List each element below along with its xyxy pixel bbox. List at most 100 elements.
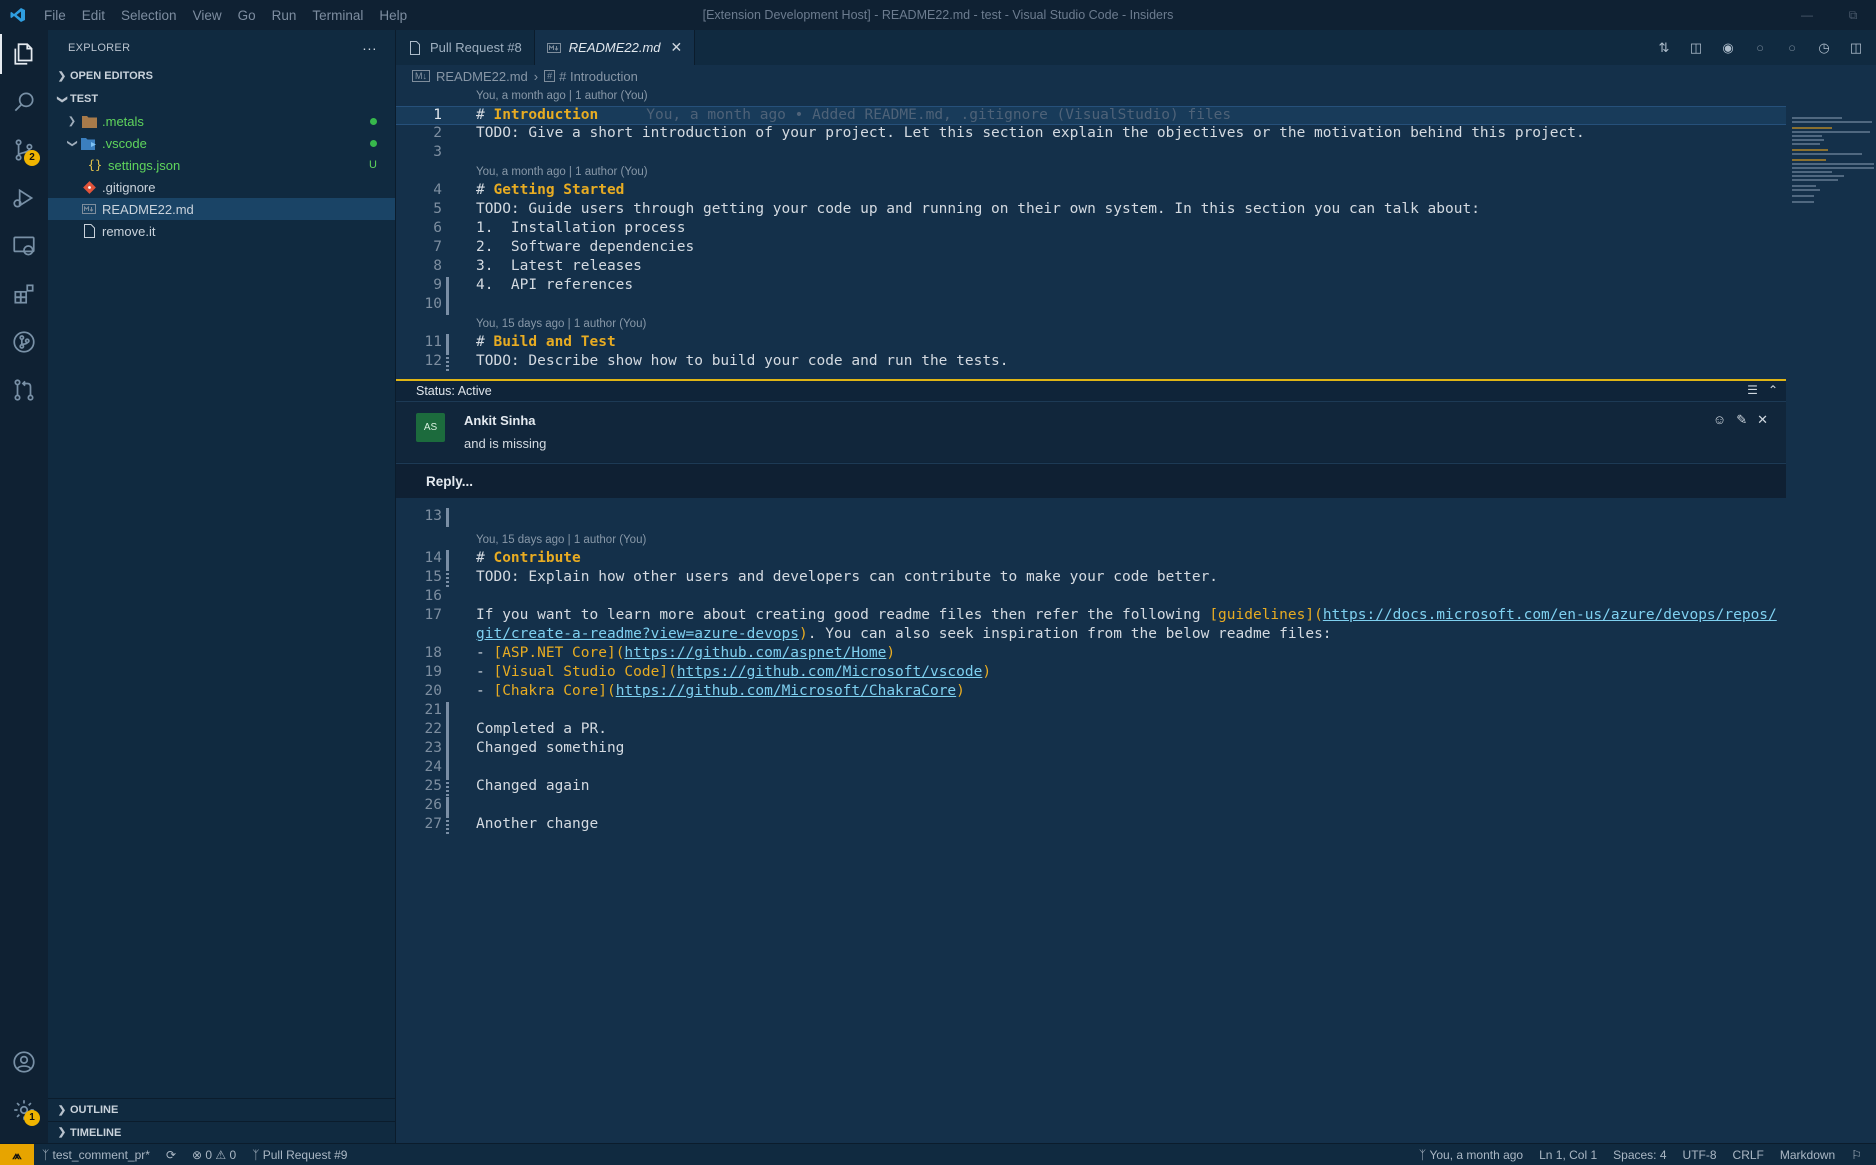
codelens[interactable]: You, a month ago | 1 author (You): [396, 163, 1786, 182]
search-icon[interactable]: [0, 78, 48, 126]
code-line[interactable]: 25 Changed again: [396, 778, 1786, 797]
split-editor-icon[interactable]: ◫: [1840, 40, 1872, 56]
remote-explorer-icon[interactable]: [0, 222, 48, 270]
codelens[interactable]: You, a month ago | 1 author (You): [396, 87, 1786, 106]
gutter-modified-indicator[interactable]: [446, 334, 449, 353]
language-mode[interactable]: Markdown: [1772, 1148, 1843, 1162]
code-line[interactable]: 5 TODO: Guide users through getting your …: [396, 201, 1786, 220]
code-line[interactable]: 15 TODO: Explain how other users and deve…: [396, 569, 1786, 588]
menu-help[interactable]: Help: [371, 8, 415, 23]
code-line[interactable]: 21: [396, 702, 1786, 721]
code-line[interactable]: 10: [396, 296, 1786, 315]
code-line[interactable]: 18- [ASP.NET Core](https://github.com/as…: [396, 645, 1786, 664]
tree-item-metals[interactable]: ❯ .metals: [48, 110, 395, 132]
collapse-thread-icon[interactable]: ⌃: [1768, 383, 1778, 397]
code-view[interactable]: You, a month ago | 1 author (You) 1 # Int…: [396, 87, 1786, 372]
gutter-modified-indicator[interactable]: [446, 550, 449, 569]
source-control-icon[interactable]: 2: [0, 126, 48, 174]
next-change-icon[interactable]: ○: [1776, 40, 1808, 55]
codelens[interactable]: You, 15 days ago | 1 author (You): [396, 531, 1786, 550]
remote-indicator-icon[interactable]: ⩕: [0, 1143, 34, 1165]
markdown-link-url[interactable]: https://github.com/Microsoft/ChakraCore: [616, 683, 956, 699]
minimap[interactable]: [1788, 87, 1876, 1143]
git-graph-icon[interactable]: [0, 318, 48, 366]
code-line[interactable]: 14 # Contribute: [396, 550, 1786, 569]
markdown-link-url[interactable]: https://github.com/Microsoft/vscode: [677, 664, 983, 680]
menu-view[interactable]: View: [185, 8, 230, 23]
tab-readme22[interactable]: README22.md ✕: [534, 30, 696, 65]
code-line[interactable]: 7 2. Software dependencies: [396, 239, 1786, 258]
tab-pull-request-8[interactable]: Pull Request #8: [396, 30, 535, 65]
indentation[interactable]: Spaces: 4: [1605, 1148, 1674, 1162]
restore-button[interactable]: ⧉: [1830, 0, 1876, 30]
gutter-modified-indicator[interactable]: [446, 721, 449, 740]
toggle-blame-icon[interactable]: ◷: [1808, 40, 1840, 56]
encoding[interactable]: UTF-8: [1675, 1148, 1725, 1162]
gutter-modified-indicator[interactable]: [446, 277, 449, 296]
outline-section[interactable]: ❯ OUTLINE: [48, 1099, 396, 1121]
code-line[interactable]: 2 TODO: Give a short introduction of your…: [396, 125, 1786, 144]
run-debug-icon[interactable]: [0, 174, 48, 222]
gutter-modified-indicator[interactable]: [446, 740, 449, 759]
tree-item-readme22[interactable]: README22.md: [48, 198, 395, 220]
gutter-comment-indicator[interactable]: [446, 778, 449, 797]
extensions-icon[interactable]: [0, 270, 48, 318]
markdown-link-url[interactable]: git/create-a-readme?view=azure-devops: [476, 626, 799, 642]
tree-item-remove-it[interactable]: remove.it: [48, 220, 395, 242]
code-line[interactable]: 27 Another change: [396, 816, 1786, 835]
code-line[interactable]: 8 3. Latest releases: [396, 258, 1786, 277]
git-commit-icon[interactable]: ◉: [1712, 40, 1744, 56]
code-line[interactable]: 6 1. Installation process: [396, 220, 1786, 239]
code-line[interactable]: 26: [396, 797, 1786, 816]
markdown-link-url[interactable]: https://github.com/aspnet/Home: [624, 645, 886, 661]
markdown-link-text[interactable]: [guidelines]: [1209, 607, 1314, 623]
menu-file[interactable]: File: [36, 8, 74, 23]
problems-status[interactable]: ⊗ 0 ⚠ 0: [184, 1148, 244, 1162]
markdown-link-url[interactable]: https://docs.microsoft.com/en-us/azure/d…: [1323, 607, 1777, 623]
code-view-continued[interactable]: 13 You, 15 days ago | 1 author (You) 14 #…: [396, 508, 1786, 835]
code-line[interactable]: 20- [Chakra Core](https://github.com/Mic…: [396, 683, 1786, 702]
code-line[interactable]: 1 # Introduction You, a month ago • Added …: [396, 106, 1786, 125]
gutter-comment-indicator[interactable]: [446, 569, 449, 588]
gutter-modified-indicator[interactable]: [446, 797, 449, 816]
add-reaction-icon[interactable]: ☺: [1713, 412, 1726, 428]
pull-requests-icon[interactable]: [0, 366, 48, 414]
menu-selection[interactable]: Selection: [113, 8, 185, 23]
code-line[interactable]: 16: [396, 588, 1786, 607]
code-line[interactable]: 9 4. API references: [396, 277, 1786, 296]
minimize-button[interactable]: —: [1784, 0, 1830, 30]
code-line[interactable]: 22 Completed a PR.: [396, 721, 1786, 740]
blame-status[interactable]: ᛉ You, a month ago: [1411, 1148, 1531, 1162]
edit-comment-icon[interactable]: ✎: [1736, 412, 1747, 428]
gutter-comment-indicator[interactable]: [446, 816, 449, 835]
gutter-modified-indicator[interactable]: [446, 702, 449, 721]
code-line[interactable]: 3: [396, 144, 1786, 163]
menu-terminal[interactable]: Terminal: [304, 8, 371, 23]
sync-icon[interactable]: ⟳: [158, 1148, 184, 1162]
explorer-icon[interactable]: [0, 30, 48, 78]
delete-comment-icon[interactable]: ✕: [1757, 412, 1768, 428]
cursor-position[interactable]: Ln 1, Col 1: [1531, 1148, 1605, 1162]
code-line[interactable]: 24: [396, 759, 1786, 778]
code-line[interactable]: 4 # Getting Started: [396, 182, 1786, 201]
accounts-icon[interactable]: [0, 1038, 48, 1086]
reply-button[interactable]: Reply...: [396, 463, 1786, 498]
compare-changes-icon[interactable]: ⇅: [1648, 40, 1680, 56]
code-line[interactable]: 11 # Build and Test: [396, 334, 1786, 353]
code-line[interactable]: 17 If you want to learn more about creati…: [396, 607, 1786, 626]
end-of-line[interactable]: CRLF: [1725, 1148, 1772, 1162]
open-preview-icon[interactable]: ◫: [1680, 40, 1712, 56]
breadcrumb-symbol[interactable]: # Introduction: [559, 69, 638, 84]
code-line[interactable]: 23 Changed something: [396, 740, 1786, 759]
code-line[interactable]: 12 TODO: Describe show how to build your …: [396, 353, 1786, 372]
code-line[interactable]: 19- [Visual Studio Code](https://github.…: [396, 664, 1786, 683]
branch-status[interactable]: ᛉ test_comment_pr*: [34, 1148, 158, 1162]
timeline-section[interactable]: ❯ TIMELINE: [48, 1121, 396, 1143]
menu-edit[interactable]: Edit: [74, 8, 113, 23]
open-editors-section[interactable]: ❯ OPEN EDITORS: [48, 65, 395, 87]
tree-item-gitignore[interactable]: .gitignore: [48, 176, 395, 198]
pull-request-status[interactable]: ᛉ Pull Request #9: [244, 1148, 355, 1162]
gutter-comment-indicator[interactable]: [446, 353, 449, 372]
tree-item-vscode[interactable]: ❯ .vscode: [48, 132, 395, 154]
gutter-modified-indicator[interactable]: [446, 508, 449, 527]
